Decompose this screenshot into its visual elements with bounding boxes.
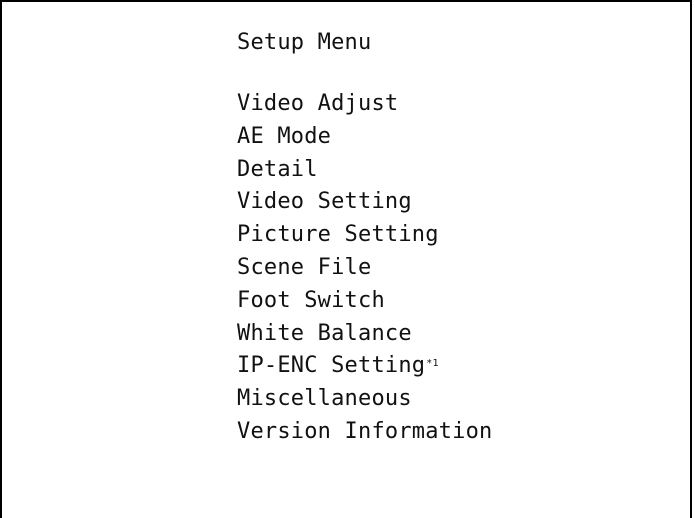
menu-list: Video Adjust AE Mode Detail Video Settin…	[237, 88, 557, 449]
menu-item-version-information[interactable]: Version Information	[237, 416, 557, 449]
menu-item-label: Video Setting	[237, 189, 412, 215]
menu-item-scene-file[interactable]: Scene File	[237, 252, 557, 285]
menu-item-label: Miscellaneous	[237, 386, 412, 412]
menu-item-detail[interactable]: Detail	[237, 154, 557, 187]
menu-item-video-setting[interactable]: Video Setting	[237, 186, 557, 219]
setup-menu: Setup Menu Video Adjust AE Mode Detail V…	[237, 28, 492, 444]
menu-item-label: AE Mode	[237, 123, 332, 149]
menu-item-foot-switch[interactable]: Foot Switch	[237, 285, 557, 318]
menu-item-picture-setting[interactable]: Picture Setting	[237, 219, 557, 252]
menu-item-white-balance[interactable]: White Balance	[237, 318, 557, 351]
menu-item-label: Version Information	[237, 418, 493, 444]
menu-item-ip-enc-setting[interactable]: IP-ENC Setting*1	[237, 350, 557, 383]
menu-item-label: White Balance	[237, 320, 412, 346]
menu-title: Setup Menu	[237, 30, 372, 55]
menu-item-label: Video Adjust	[237, 91, 399, 116]
menu-item-label: Picture Setting	[237, 222, 439, 248]
menu-item-miscellaneous[interactable]: Miscellaneous	[237, 383, 557, 416]
menu-item-ae-mode[interactable]: AE Mode	[237, 121, 557, 154]
menu-item-video-adjust[interactable]: Video Adjust	[237, 88, 557, 121]
menu-item-label: Foot Switch	[237, 287, 385, 313]
menu-item-label: IP-ENC Setting	[237, 353, 426, 379]
footnote-marker: *1	[426, 358, 439, 370]
menu-item-label: Scene File	[237, 254, 372, 280]
setup-menu-screen: Setup Menu Video Adjust AE Mode Detail V…	[0, 0, 692, 518]
menu-item-label: Detail	[237, 156, 318, 182]
